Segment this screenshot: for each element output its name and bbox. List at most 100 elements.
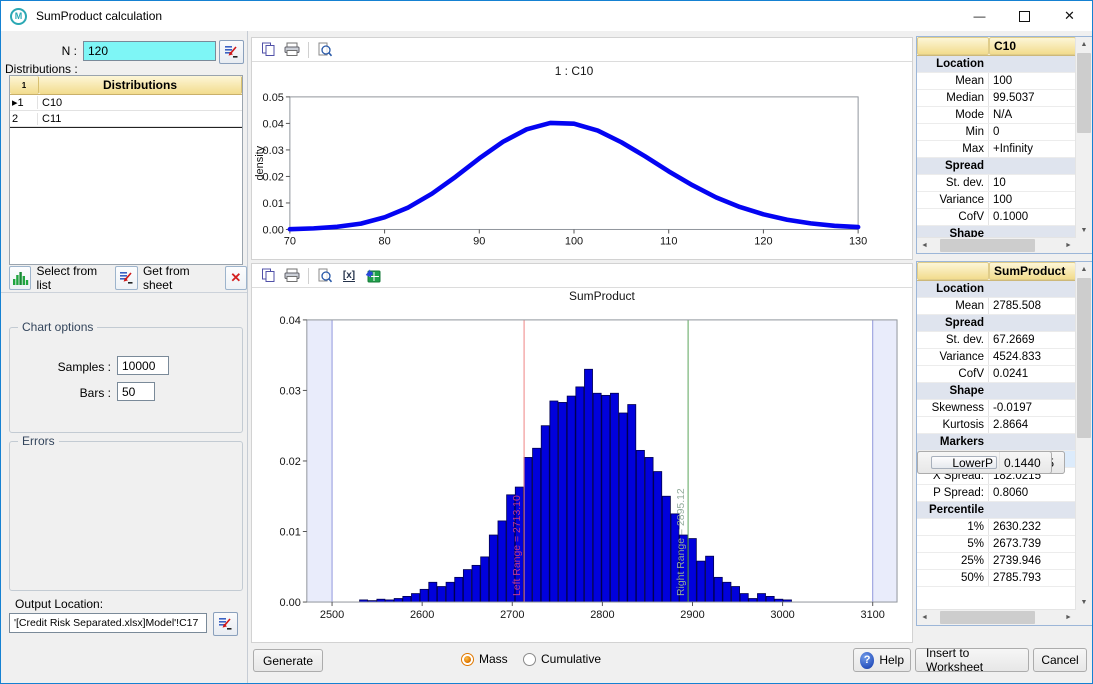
print-chart-button[interactable]	[280, 266, 304, 286]
table-end-line	[10, 127, 242, 128]
scroll-left-icon[interactable]: ◄	[917, 610, 932, 625]
mass-label[interactable]: Mass	[479, 652, 508, 666]
svg-text:0.02: 0.02	[280, 456, 301, 468]
stats-row: 50%2785.793	[917, 570, 1076, 587]
stats-row: Max+Infinity	[917, 141, 1076, 158]
svg-text:0.05: 0.05	[263, 92, 284, 104]
n-input[interactable]	[83, 41, 216, 61]
svg-text:70: 70	[284, 235, 296, 247]
top-chart: 1 : C100.000.010.020.030.040.05708090100…	[252, 61, 912, 258]
scroll-right-icon[interactable]: ►	[1061, 610, 1076, 625]
output-range-picker-button[interactable]	[213, 612, 238, 636]
stats-row[interactable]: LowerP0.1440	[917, 451, 1052, 474]
n-label: N :	[1, 44, 77, 58]
get-from-sheet-label[interactable]: Get from sheet	[143, 264, 211, 292]
scroll-down-icon[interactable]: ▼	[1076, 595, 1092, 610]
svg-text:130: 130	[849, 235, 867, 247]
stats-grid: SumProduct LocationMean2785.508SpreadSt.…	[917, 262, 1076, 610]
cumulative-radio[interactable]	[523, 653, 536, 666]
svg-text:0.01: 0.01	[280, 526, 301, 538]
scroll-thumb[interactable]	[1077, 53, 1091, 133]
scroll-thumb[interactable]	[1077, 278, 1091, 438]
close-button[interactable]: ✕	[1047, 1, 1092, 31]
bottom-chart-toolbar: [x]	[252, 264, 912, 288]
svg-text:SumProduct: SumProduct	[569, 289, 635, 303]
generate-label: Generate	[263, 654, 313, 668]
scroll-up-icon[interactable]: ▲	[1076, 37, 1092, 52]
horizontal-scrollbar[interactable]: ◄ ►	[917, 237, 1076, 253]
histogram-bars-icon	[12, 270, 29, 286]
scrollbar-corner	[1076, 238, 1092, 253]
scroll-thumb[interactable]	[940, 611, 1035, 624]
table-row[interactable]: 2C11	[10, 111, 242, 127]
get-from-sheet-button[interactable]	[115, 266, 137, 290]
chart-options-group: Chart options	[9, 327, 243, 433]
cumulative-label[interactable]: Cumulative	[541, 652, 601, 666]
horizontal-scrollbar[interactable]: ◄ ►	[917, 609, 1076, 625]
mass-radio-group[interactable]: Mass	[461, 652, 508, 666]
svg-text:2600: 2600	[410, 609, 434, 621]
stats-row: Markers	[917, 434, 1076, 451]
vertical-scrollbar[interactable]: ▲ ▼	[1075, 262, 1092, 610]
stats-row: Shape	[917, 383, 1076, 400]
bottom-chart: SumProductLeft Range = 2713.10Right Rang…	[252, 287, 912, 641]
table-row[interactable]: ▸1C10	[10, 95, 242, 111]
cumulative-radio-group[interactable]: Cumulative	[523, 652, 601, 666]
get-from-sheet-icon	[119, 271, 134, 285]
export-to-excel-button[interactable]	[361, 266, 385, 286]
vertical-scrollbar[interactable]: ▲ ▼	[1075, 37, 1092, 238]
stats-row: St. dev.10	[917, 175, 1076, 192]
svg-text:1 : C10: 1 : C10	[555, 64, 594, 78]
scroll-thumb[interactable]	[940, 239, 1035, 252]
insert-to-worksheet-button[interactable]: Insert to Worksheet	[915, 648, 1029, 672]
stats-row: Mean100	[917, 73, 1076, 90]
zoom-chart-button[interactable]	[313, 40, 337, 60]
left-panel-border	[247, 31, 248, 683]
stats-row: 5%2673.739	[917, 536, 1076, 553]
scroll-right-icon[interactable]: ►	[1061, 238, 1076, 253]
help-button[interactable]: ? Help	[853, 648, 911, 672]
stats-panel-c10: C10 LocationMean100Median99.5037ModeN/AM…	[916, 36, 1093, 254]
stats-row: P Spread:0.8060	[917, 485, 1076, 502]
select-from-list-button[interactable]	[9, 266, 31, 290]
maximize-icon	[1019, 11, 1030, 22]
stats-grid: C10 LocationMean100Median99.5037ModeN/AM…	[917, 37, 1076, 238]
get-from-sheet-icon	[218, 617, 233, 631]
distributions-toolbar: Select from list Get from sheet ✕	[1, 265, 247, 291]
stats-row: Min0	[917, 124, 1076, 141]
select-from-list-label[interactable]: Select from list	[36, 264, 103, 292]
stats-row: Location	[917, 56, 1076, 73]
x-axis-settings-button[interactable]: [x]	[337, 266, 361, 286]
print-chart-button[interactable]	[280, 40, 304, 60]
bars-input[interactable]	[117, 382, 155, 401]
excel-export-icon	[365, 268, 381, 283]
index-column-header[interactable]: 1	[10, 76, 39, 94]
output-location-label: Output Location:	[15, 597, 103, 611]
distributions-column-header[interactable]: Distributions	[39, 76, 242, 94]
svg-text:3000: 3000	[770, 609, 794, 621]
scroll-down-icon[interactable]: ▼	[1076, 223, 1092, 238]
copy-chart-button[interactable]	[256, 266, 280, 286]
svg-text:120: 120	[754, 235, 772, 247]
distributions-header: 1 Distributions	[10, 76, 242, 95]
delete-distribution-button[interactable]: ✕	[225, 266, 247, 290]
minimize-button[interactable]: —	[957, 1, 1002, 31]
zoom-preview-icon	[317, 268, 333, 284]
window-title: SumProduct calculation	[36, 9, 162, 23]
samples-label: Samples :	[21, 360, 111, 374]
distributions-label: Distributions :	[5, 62, 78, 76]
n-range-picker-button[interactable]	[219, 40, 244, 64]
samples-input[interactable]	[117, 356, 169, 375]
svg-text:Left Range = 2713.10: Left Range = 2713.10	[512, 495, 523, 596]
cancel-button[interactable]: Cancel	[1033, 648, 1087, 672]
maximize-button[interactable]	[1002, 1, 1047, 31]
toolbar-separator	[308, 268, 309, 284]
output-location-input[interactable]	[9, 613, 207, 633]
scroll-up-icon[interactable]: ▲	[1076, 262, 1092, 277]
copy-chart-button[interactable]	[256, 40, 280, 60]
zoom-chart-button[interactable]	[313, 266, 337, 286]
generate-button[interactable]: Generate	[253, 649, 323, 672]
scroll-left-icon[interactable]: ◄	[917, 238, 932, 253]
mass-radio[interactable]	[461, 653, 474, 666]
svg-text:0.01: 0.01	[263, 198, 284, 210]
